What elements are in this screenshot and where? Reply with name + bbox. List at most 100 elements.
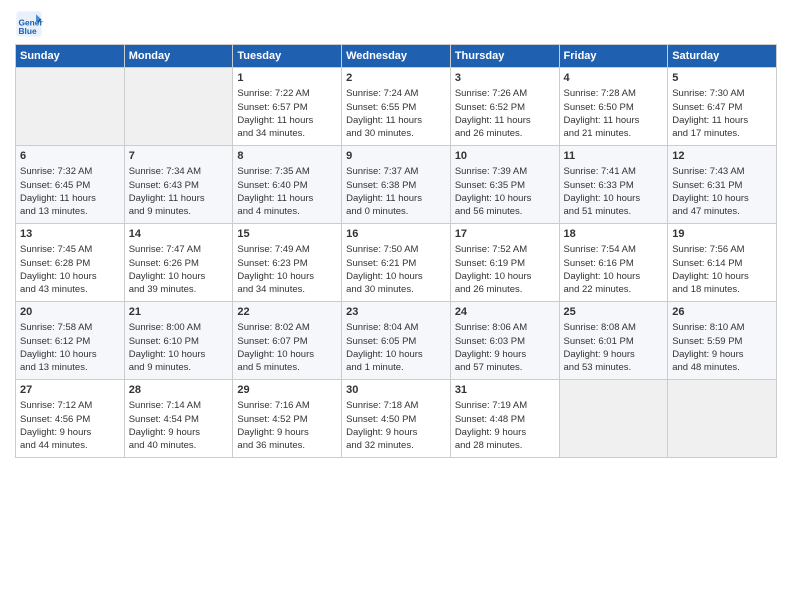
- day-info: Sunrise: 7:26 AM Sunset: 6:52 PM Dayligh…: [455, 87, 555, 140]
- header: General Blue: [15, 10, 777, 38]
- day-info: Sunrise: 8:10 AM Sunset: 5:59 PM Dayligh…: [672, 321, 772, 374]
- calendar-cell: 26Sunrise: 8:10 AM Sunset: 5:59 PM Dayli…: [668, 302, 777, 380]
- day-info: Sunrise: 7:30 AM Sunset: 6:47 PM Dayligh…: [672, 87, 772, 140]
- calendar-week-2: 6Sunrise: 7:32 AM Sunset: 6:45 PM Daylig…: [16, 146, 777, 224]
- logo: General Blue: [15, 10, 45, 38]
- calendar-week-3: 13Sunrise: 7:45 AM Sunset: 6:28 PM Dayli…: [16, 224, 777, 302]
- weekday-monday: Monday: [124, 45, 233, 68]
- day-info: Sunrise: 7:35 AM Sunset: 6:40 PM Dayligh…: [237, 165, 337, 218]
- calendar-cell: 29Sunrise: 7:16 AM Sunset: 4:52 PM Dayli…: [233, 380, 342, 458]
- day-info: Sunrise: 7:56 AM Sunset: 6:14 PM Dayligh…: [672, 243, 772, 296]
- day-number: 8: [237, 149, 337, 164]
- weekday-saturday: Saturday: [668, 45, 777, 68]
- day-info: Sunrise: 7:14 AM Sunset: 4:54 PM Dayligh…: [129, 399, 229, 452]
- day-info: Sunrise: 8:04 AM Sunset: 6:05 PM Dayligh…: [346, 321, 446, 374]
- day-number: 13: [20, 227, 120, 242]
- day-info: Sunrise: 7:45 AM Sunset: 6:28 PM Dayligh…: [20, 243, 120, 296]
- calendar-cell: 28Sunrise: 7:14 AM Sunset: 4:54 PM Dayli…: [124, 380, 233, 458]
- calendar-cell: [124, 68, 233, 146]
- weekday-thursday: Thursday: [450, 45, 559, 68]
- calendar-cell: 12Sunrise: 7:43 AM Sunset: 6:31 PM Dayli…: [668, 146, 777, 224]
- calendar-cell: 18Sunrise: 7:54 AM Sunset: 6:16 PM Dayli…: [559, 224, 668, 302]
- day-number: 18: [564, 227, 664, 242]
- calendar-cell: 4Sunrise: 7:28 AM Sunset: 6:50 PM Daylig…: [559, 68, 668, 146]
- day-info: Sunrise: 8:02 AM Sunset: 6:07 PM Dayligh…: [237, 321, 337, 374]
- day-number: 27: [20, 383, 120, 398]
- day-number: 31: [455, 383, 555, 398]
- day-info: Sunrise: 7:37 AM Sunset: 6:38 PM Dayligh…: [346, 165, 446, 218]
- day-number: 15: [237, 227, 337, 242]
- weekday-header-row: SundayMondayTuesdayWednesdayThursdayFrid…: [16, 45, 777, 68]
- day-info: Sunrise: 7:32 AM Sunset: 6:45 PM Dayligh…: [20, 165, 120, 218]
- calendar-cell: 25Sunrise: 8:08 AM Sunset: 6:01 PM Dayli…: [559, 302, 668, 380]
- calendar-cell: 8Sunrise: 7:35 AM Sunset: 6:40 PM Daylig…: [233, 146, 342, 224]
- day-number: 20: [20, 305, 120, 320]
- weekday-tuesday: Tuesday: [233, 45, 342, 68]
- day-info: Sunrise: 7:54 AM Sunset: 6:16 PM Dayligh…: [564, 243, 664, 296]
- day-info: Sunrise: 7:52 AM Sunset: 6:19 PM Dayligh…: [455, 243, 555, 296]
- day-number: 28: [129, 383, 229, 398]
- svg-text:Blue: Blue: [19, 26, 37, 36]
- day-info: Sunrise: 8:00 AM Sunset: 6:10 PM Dayligh…: [129, 321, 229, 374]
- day-info: Sunrise: 7:47 AM Sunset: 6:26 PM Dayligh…: [129, 243, 229, 296]
- day-number: 6: [20, 149, 120, 164]
- day-number: 17: [455, 227, 555, 242]
- calendar-table: SundayMondayTuesdayWednesdayThursdayFrid…: [15, 44, 777, 458]
- calendar-cell: 24Sunrise: 8:06 AM Sunset: 6:03 PM Dayli…: [450, 302, 559, 380]
- calendar-cell: 22Sunrise: 8:02 AM Sunset: 6:07 PM Dayli…: [233, 302, 342, 380]
- day-number: 1: [237, 71, 337, 86]
- calendar-cell: 19Sunrise: 7:56 AM Sunset: 6:14 PM Dayli…: [668, 224, 777, 302]
- day-number: 21: [129, 305, 229, 320]
- day-info: Sunrise: 7:58 AM Sunset: 6:12 PM Dayligh…: [20, 321, 120, 374]
- day-number: 11: [564, 149, 664, 164]
- calendar-cell: 14Sunrise: 7:47 AM Sunset: 6:26 PM Dayli…: [124, 224, 233, 302]
- day-info: Sunrise: 7:24 AM Sunset: 6:55 PM Dayligh…: [346, 87, 446, 140]
- day-number: 5: [672, 71, 772, 86]
- day-info: Sunrise: 7:49 AM Sunset: 6:23 PM Dayligh…: [237, 243, 337, 296]
- calendar-week-4: 20Sunrise: 7:58 AM Sunset: 6:12 PM Dayli…: [16, 302, 777, 380]
- day-number: 25: [564, 305, 664, 320]
- day-number: 14: [129, 227, 229, 242]
- calendar-cell: 1Sunrise: 7:22 AM Sunset: 6:57 PM Daylig…: [233, 68, 342, 146]
- logo-icon: General Blue: [15, 10, 43, 38]
- day-number: 4: [564, 71, 664, 86]
- calendar-week-5: 27Sunrise: 7:12 AM Sunset: 4:56 PM Dayli…: [16, 380, 777, 458]
- day-info: Sunrise: 7:16 AM Sunset: 4:52 PM Dayligh…: [237, 399, 337, 452]
- calendar-cell: 21Sunrise: 8:00 AM Sunset: 6:10 PM Dayli…: [124, 302, 233, 380]
- day-info: Sunrise: 7:18 AM Sunset: 4:50 PM Dayligh…: [346, 399, 446, 452]
- calendar-cell: 31Sunrise: 7:19 AM Sunset: 4:48 PM Dayli…: [450, 380, 559, 458]
- day-number: 12: [672, 149, 772, 164]
- day-number: 9: [346, 149, 446, 164]
- calendar-cell: 11Sunrise: 7:41 AM Sunset: 6:33 PM Dayli…: [559, 146, 668, 224]
- calendar-cell: 15Sunrise: 7:49 AM Sunset: 6:23 PM Dayli…: [233, 224, 342, 302]
- calendar-cell: 6Sunrise: 7:32 AM Sunset: 6:45 PM Daylig…: [16, 146, 125, 224]
- day-number: 2: [346, 71, 446, 86]
- day-number: 10: [455, 149, 555, 164]
- day-info: Sunrise: 7:34 AM Sunset: 6:43 PM Dayligh…: [129, 165, 229, 218]
- day-number: 30: [346, 383, 446, 398]
- weekday-sunday: Sunday: [16, 45, 125, 68]
- day-info: Sunrise: 7:22 AM Sunset: 6:57 PM Dayligh…: [237, 87, 337, 140]
- calendar-cell: 9Sunrise: 7:37 AM Sunset: 6:38 PM Daylig…: [342, 146, 451, 224]
- day-info: Sunrise: 7:28 AM Sunset: 6:50 PM Dayligh…: [564, 87, 664, 140]
- day-info: Sunrise: 8:06 AM Sunset: 6:03 PM Dayligh…: [455, 321, 555, 374]
- calendar-cell: 10Sunrise: 7:39 AM Sunset: 6:35 PM Dayli…: [450, 146, 559, 224]
- calendar-cell: [16, 68, 125, 146]
- day-number: 3: [455, 71, 555, 86]
- calendar-cell: 20Sunrise: 7:58 AM Sunset: 6:12 PM Dayli…: [16, 302, 125, 380]
- weekday-friday: Friday: [559, 45, 668, 68]
- calendar-cell: 3Sunrise: 7:26 AM Sunset: 6:52 PM Daylig…: [450, 68, 559, 146]
- day-number: 22: [237, 305, 337, 320]
- day-number: 23: [346, 305, 446, 320]
- day-info: Sunrise: 7:41 AM Sunset: 6:33 PM Dayligh…: [564, 165, 664, 218]
- calendar-cell: 13Sunrise: 7:45 AM Sunset: 6:28 PM Dayli…: [16, 224, 125, 302]
- calendar-cell: 17Sunrise: 7:52 AM Sunset: 6:19 PM Dayli…: [450, 224, 559, 302]
- day-number: 16: [346, 227, 446, 242]
- calendar-cell: 16Sunrise: 7:50 AM Sunset: 6:21 PM Dayli…: [342, 224, 451, 302]
- calendar-cell: 27Sunrise: 7:12 AM Sunset: 4:56 PM Dayli…: [16, 380, 125, 458]
- calendar-week-1: 1Sunrise: 7:22 AM Sunset: 6:57 PM Daylig…: [16, 68, 777, 146]
- day-number: 26: [672, 305, 772, 320]
- calendar-cell: 2Sunrise: 7:24 AM Sunset: 6:55 PM Daylig…: [342, 68, 451, 146]
- day-info: Sunrise: 7:12 AM Sunset: 4:56 PM Dayligh…: [20, 399, 120, 452]
- day-info: Sunrise: 8:08 AM Sunset: 6:01 PM Dayligh…: [564, 321, 664, 374]
